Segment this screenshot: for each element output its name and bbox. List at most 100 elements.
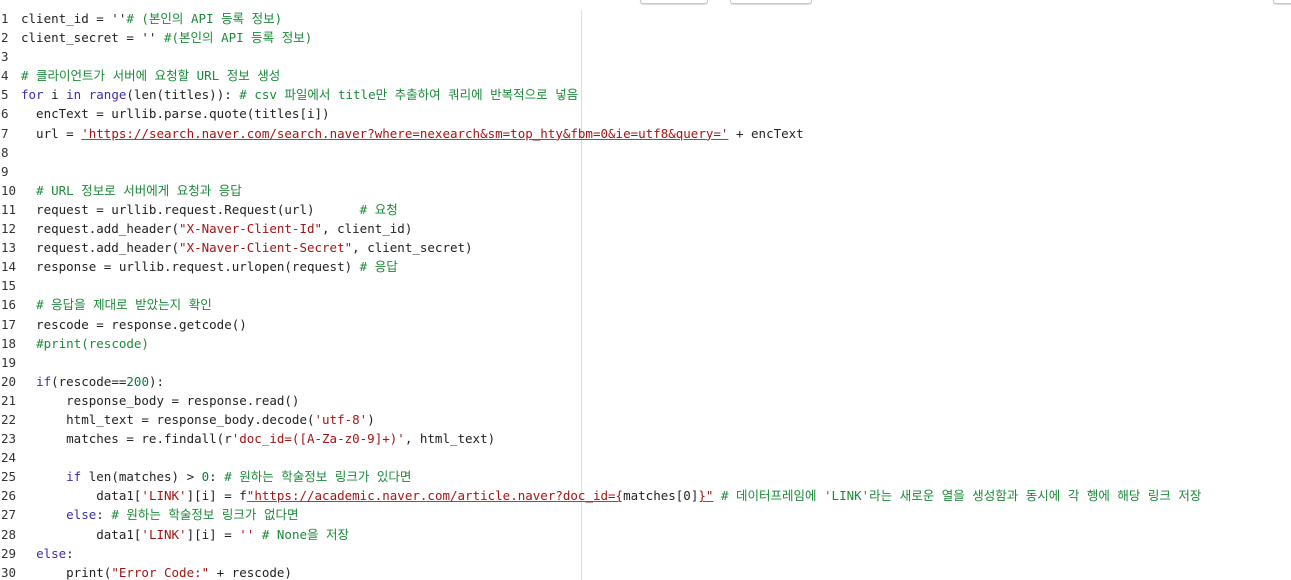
code-token: ][i] = bbox=[186, 526, 240, 542]
line-number: 14 bbox=[1, 259, 17, 275]
code-line[interactable]: 4 # 클라이언트가 서버에 요청할 URL 정보 생성 bbox=[0, 66, 1291, 85]
code-line[interactable]: 7 url = 'https://search.naver.com/search… bbox=[0, 124, 1291, 143]
line-number: 24 bbox=[1, 450, 17, 466]
code-token: data1[ bbox=[21, 526, 142, 542]
line-number: 1 bbox=[1, 11, 9, 26]
line-content: client_id = ''# (본인의 API 등록 정보) bbox=[21, 9, 282, 28]
code-token: }" bbox=[698, 488, 714, 504]
code-line[interactable]: 10 # URL 정보로 서버에게 요청과 응답 bbox=[0, 181, 1291, 200]
line-number: 18 bbox=[1, 335, 17, 351]
toolbar-tab[interactable] bbox=[640, 0, 708, 4]
line-content: matches = re.findall(r'doc_id=([A-Za-z0-… bbox=[21, 429, 495, 448]
line-content: for i in range(len(titles)): # csv 파일에서 … bbox=[21, 85, 578, 104]
code-token: len(matches) > bbox=[81, 469, 202, 485]
code-token: , client_id) bbox=[322, 221, 413, 237]
code-token: encText = urllib.parse.quote(titles[i]) bbox=[21, 106, 330, 122]
code-token: 'LINK' bbox=[141, 488, 187, 504]
code-line[interactable]: 23 matches = re.findall(r'doc_id=([A-Za-… bbox=[0, 429, 1291, 448]
code-line[interactable]: 2 client_secret = '' #(본인의 API 등록 정보) bbox=[0, 28, 1291, 47]
code-area[interactable]: 1 client_id = ''# (본인의 API 등록 정보) 2 client_… bbox=[0, 9, 1291, 580]
code-line[interactable]: 29 else: bbox=[0, 544, 1291, 563]
line-content: encText = urllib.parse.quote(titles[i]) bbox=[21, 104, 330, 123]
code-line[interactable]: 11 request = urllib.request.Request(url)… bbox=[0, 200, 1291, 219]
code-token: else bbox=[66, 507, 97, 523]
line-number: 27 bbox=[1, 507, 17, 523]
code-token: + encText bbox=[728, 125, 804, 141]
line-content: rescode = response.getcode() bbox=[21, 315, 247, 334]
code-token: if bbox=[66, 469, 82, 485]
code-token: #(본인의 API 등록 정보) bbox=[164, 30, 313, 46]
code-line[interactable]: 21 response_body = response.read() bbox=[0, 391, 1291, 410]
code-token: client_secret = '' bbox=[21, 30, 164, 46]
line-number: 11 bbox=[1, 201, 17, 217]
code-line[interactable]: 25 if len(matches) > 0: # 원하는 학술정보 링크가 있… bbox=[0, 467, 1291, 486]
code-line[interactable]: 18 #print(rescode) bbox=[0, 334, 1291, 353]
line-number: 5 bbox=[1, 87, 9, 103]
toolbar-tab[interactable] bbox=[730, 0, 812, 4]
code-line[interactable]: 24 bbox=[0, 448, 1291, 467]
code-token: ][i] = f bbox=[186, 488, 247, 504]
code-line[interactable]: 8 bbox=[0, 143, 1291, 162]
line-content: response_body = response.read() bbox=[21, 391, 299, 410]
line-number: 16 bbox=[1, 297, 17, 313]
code-token: # 클라이언트가 서버에 요청할 URL 정보 생성 bbox=[21, 68, 281, 84]
line-number: 20 bbox=[1, 373, 17, 389]
line-content: else: # 원하는 학술정보 링크가 없다면 bbox=[21, 505, 298, 524]
line-content: # 응답을 제대로 받았는지 확인 bbox=[21, 295, 212, 314]
line-content: data1['LINK'][i] = '' # None을 저장 bbox=[21, 525, 349, 544]
code-token: # 응답 bbox=[359, 259, 398, 275]
code-line[interactable]: 6 encText = urllib.parse.quote(titles[i]… bbox=[0, 104, 1291, 123]
code-token: "X-Naver-Client-Secret" bbox=[179, 240, 353, 256]
line-number: 13 bbox=[1, 240, 17, 256]
code-token: 200 bbox=[126, 373, 149, 389]
code-line[interactable]: 30 print("Error Code:" + rescode) bbox=[0, 563, 1291, 580]
code-token: 'https://search.naver.com/search.naver?w… bbox=[81, 125, 729, 141]
code-token: # 데이터프레임에 'LINK'라는 새로운 열을 생성함과 동시에 각 행에 … bbox=[720, 488, 1202, 504]
line-content: else: bbox=[21, 544, 74, 563]
code-line[interactable]: 22 html_text = response_body.decode('utf… bbox=[0, 410, 1291, 429]
code-token: rescode = response.getcode() bbox=[21, 316, 247, 332]
code-line[interactable]: 19 bbox=[0, 353, 1291, 372]
code-editor[interactable]: 1 client_id = ''# (본인의 API 등록 정보) 2 client_… bbox=[0, 0, 1291, 580]
line-number: 6 bbox=[1, 106, 9, 122]
code-line[interactable]: 3 bbox=[0, 47, 1291, 66]
code-line[interactable]: 26 data1['LINK'][i] = f"https://academic… bbox=[0, 486, 1291, 505]
code-token: , html_text) bbox=[404, 431, 496, 447]
code-token: ) bbox=[367, 411, 375, 427]
code-token: , client_secret) bbox=[352, 240, 473, 256]
code-token: range bbox=[88, 87, 127, 103]
toolbar-tab[interactable] bbox=[1273, 0, 1291, 4]
code-token: ): bbox=[148, 373, 165, 389]
code-line[interactable]: 13 request.add_header("X-Naver-Client-Se… bbox=[0, 238, 1291, 257]
line-number: 12 bbox=[1, 221, 17, 237]
line-number: 26 bbox=[1, 488, 17, 504]
code-token: request.add_header( bbox=[21, 240, 180, 256]
code-line[interactable]: 16 # 응답을 제대로 받았는지 확인 bbox=[0, 295, 1291, 314]
code-line[interactable]: 27 else: # 원하는 학술정보 링크가 없다면 bbox=[0, 505, 1291, 524]
code-line[interactable]: 17 rescode = response.getcode() bbox=[0, 315, 1291, 334]
code-token: matches = re.findall(r bbox=[21, 431, 232, 447]
code-token: "X-Naver-Client-Id" bbox=[179, 221, 323, 237]
code-line[interactable]: 28 data1['LINK'][i] = '' # None을 저장 bbox=[0, 525, 1291, 544]
line-content: url = 'https://search.naver.com/search.n… bbox=[21, 124, 804, 143]
line-number: 25 bbox=[1, 469, 17, 485]
code-line[interactable]: 12 request.add_header("X-Naver-Client-Id… bbox=[0, 219, 1291, 238]
code-line[interactable]: 15 bbox=[0, 276, 1291, 295]
line-number: 4 bbox=[1, 68, 9, 84]
code-line[interactable]: 1 client_id = ''# (본인의 API 등록 정보) bbox=[0, 9, 1291, 28]
code-token: (rescode== bbox=[51, 373, 127, 389]
code-token: "Error Code:" bbox=[111, 564, 210, 580]
line-number: 3 bbox=[1, 49, 9, 65]
code-token: i bbox=[43, 87, 67, 103]
code-line[interactable]: 20 if(rescode==200): bbox=[0, 372, 1291, 391]
code-line[interactable]: 5 for i in range(len(titles)): # csv 파일에서… bbox=[0, 85, 1291, 104]
code-line[interactable]: 9 bbox=[0, 162, 1291, 181]
code-line[interactable]: 14 response = urllib.request.urlopen(req… bbox=[0, 257, 1291, 276]
line-content: #print(rescode) bbox=[21, 334, 149, 353]
